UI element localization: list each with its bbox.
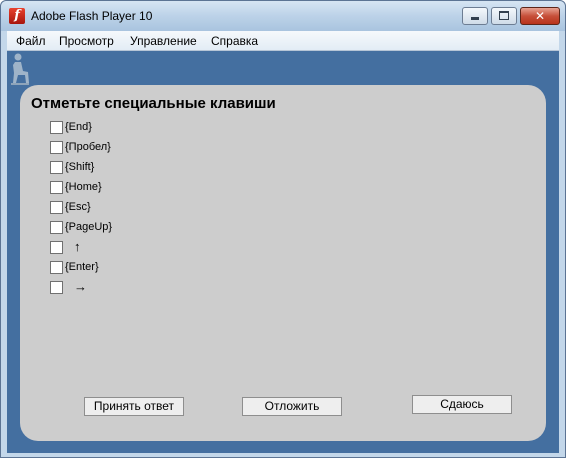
menu-file[interactable]: Файл (16, 34, 46, 48)
option-label: {Shift} (65, 161, 95, 173)
checkbox[interactable] (50, 161, 63, 174)
seated-figure-icon (11, 53, 29, 85)
checkbox[interactable] (50, 141, 63, 154)
give-up-button[interactable]: Сдаюсь (412, 395, 512, 414)
minimize-icon (471, 17, 479, 20)
accept-answer-button[interactable]: Принять ответ (84, 397, 184, 416)
question-title: Отметьте специальные клавиши (31, 95, 276, 112)
app-window: f Adobe Flash Player 10 ✕ Файл Просмотр … (0, 0, 566, 458)
flash-icon: f (9, 8, 25, 24)
menu-help[interactable]: Справка (211, 34, 258, 48)
window-title: Adobe Flash Player 10 (31, 9, 153, 23)
title-bar[interactable]: f Adobe Flash Player 10 ✕ (1, 1, 565, 31)
checkbox[interactable] (50, 221, 63, 234)
defer-button[interactable]: Отложить (242, 397, 342, 416)
option-label: {Enter} (65, 261, 99, 273)
checkbox[interactable] (50, 201, 63, 214)
arrow-right-icon: → (74, 279, 87, 294)
arrow-up-icon: ↑ (74, 239, 81, 254)
maximize-button[interactable] (491, 7, 517, 25)
checkbox[interactable] (50, 121, 63, 134)
option-label: {Пробел} (65, 141, 111, 153)
flash-stage: Отметьте специальные клавиши {End} {Проб… (7, 51, 559, 453)
close-icon: ✕ (534, 9, 546, 23)
checkbox[interactable] (50, 241, 63, 254)
option-label: {End} (65, 121, 92, 133)
menu-bar: Файл Просмотр Управление Справка (7, 31, 559, 51)
option-label: {Home} (65, 181, 102, 193)
question-panel: Отметьте специальные клавиши {End} {Проб… (20, 85, 546, 441)
option-label: {PageUp} (65, 221, 113, 233)
close-button[interactable]: ✕ (520, 7, 560, 25)
checkbox[interactable] (50, 181, 63, 194)
menu-view[interactable]: Просмотр (59, 34, 114, 48)
checkbox[interactable] (50, 281, 63, 294)
checkbox[interactable] (50, 261, 63, 274)
menu-control[interactable]: Управление (130, 34, 197, 48)
minimize-button[interactable] (462, 7, 488, 25)
option-label: {Esc} (65, 201, 91, 213)
maximize-icon (499, 11, 509, 20)
